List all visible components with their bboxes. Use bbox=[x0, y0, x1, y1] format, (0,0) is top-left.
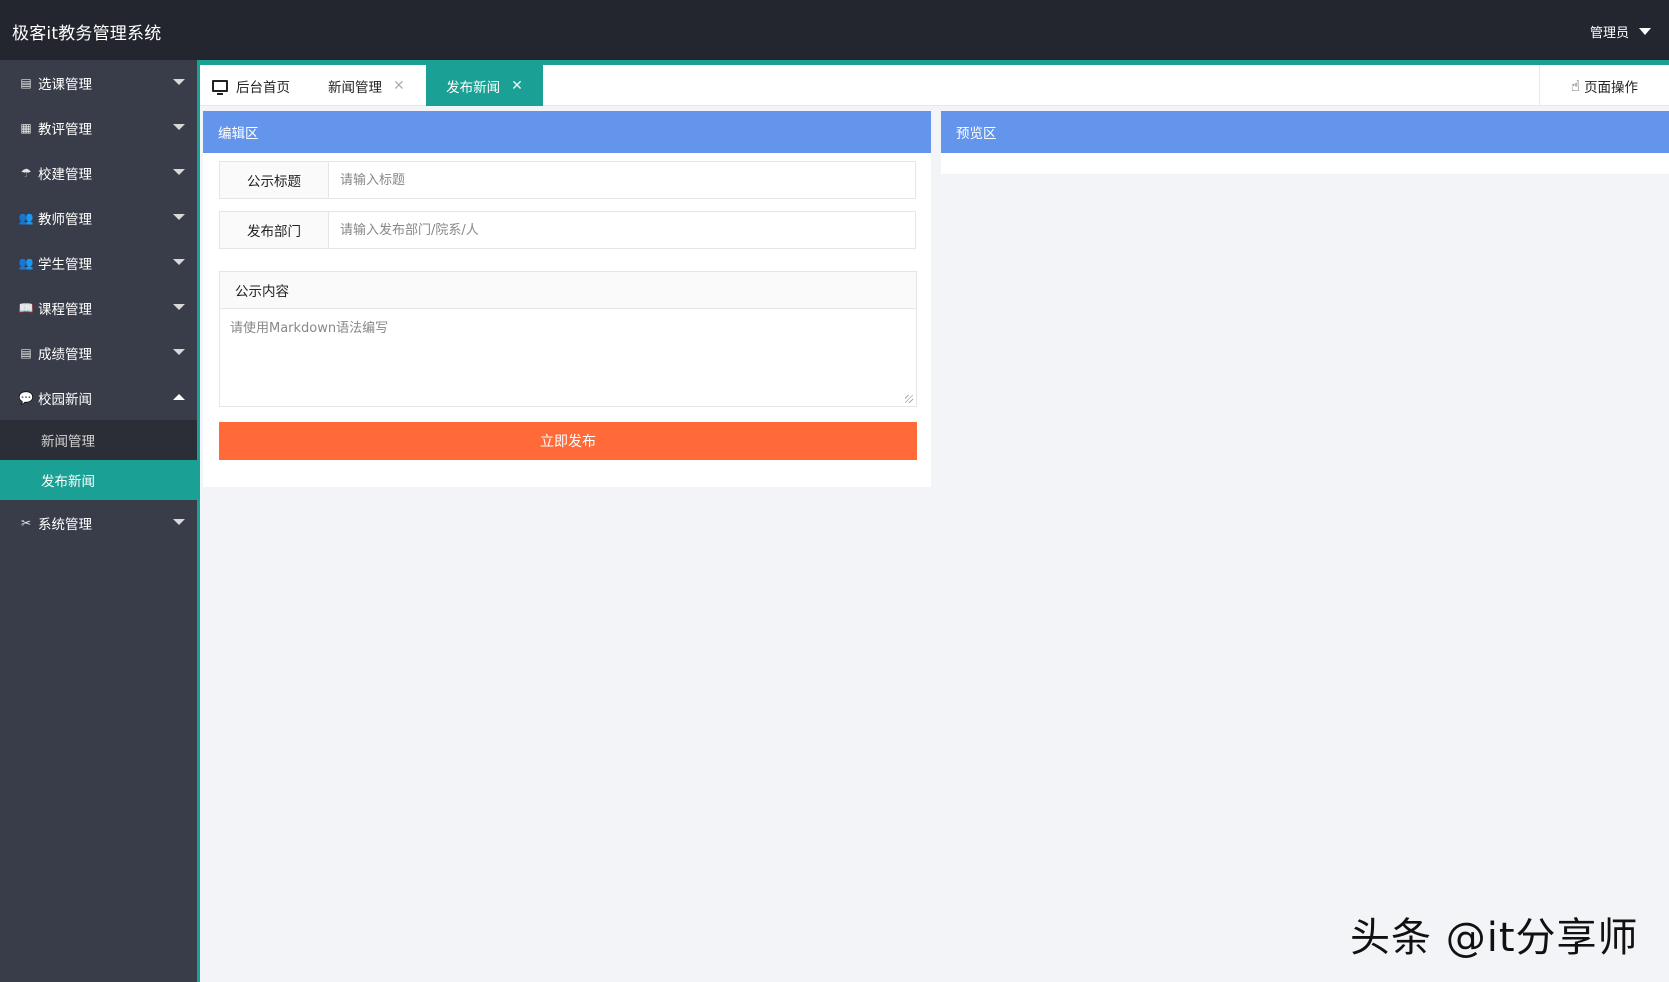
watermark: 头条 @it分享师 bbox=[1350, 915, 1639, 961]
preview-panel: 预览区 bbox=[941, 111, 1669, 174]
monitor-icon bbox=[212, 79, 228, 95]
sidebar-subitem-publish-news[interactable]: 发布新闻 bbox=[0, 460, 197, 500]
sidebar-item-course-selection[interactable]: ▤ 选课管理 bbox=[0, 60, 197, 105]
publish-button[interactable]: 立即发布 bbox=[219, 422, 917, 460]
chevron-down-icon bbox=[173, 349, 185, 355]
sidebar-item-teaching-evaluation[interactable]: ▦ 教评管理 bbox=[0, 105, 197, 150]
accent-divider bbox=[197, 60, 200, 982]
grid-icon: ▦ bbox=[20, 120, 32, 135]
chevron-down-icon bbox=[173, 79, 185, 85]
department-row: 发布部门 bbox=[219, 211, 916, 249]
sidebar-item-label: 选课管理 bbox=[38, 76, 92, 93]
title-input[interactable] bbox=[329, 162, 915, 198]
sidebar-item-teachers[interactable]: 👥 教师管理 bbox=[0, 195, 197, 240]
chevron-down-icon bbox=[173, 214, 185, 220]
user-menu[interactable]: 管理员 bbox=[1590, 22, 1651, 41]
users-icon: 👥 bbox=[18, 210, 34, 225]
tools-icon: ✂ bbox=[20, 515, 32, 530]
chevron-down-icon bbox=[1639, 28, 1651, 35]
sidebar-item-label: 成绩管理 bbox=[38, 346, 92, 363]
sidebar-item-label: 课程管理 bbox=[38, 301, 92, 318]
close-icon[interactable]: ✕ bbox=[511, 78, 523, 94]
top-header: 极客it教务管理系统 管理员 bbox=[0, 0, 1669, 60]
tab-bar: 后台首页 新闻管理 ✕ 发布新闻 ✕ ☝ 页面操作 bbox=[200, 65, 1669, 106]
content-textarea[interactable] bbox=[220, 309, 916, 406]
user-label: 管理员 bbox=[1589, 26, 1629, 41]
tab-home[interactable]: 后台首页 bbox=[212, 65, 290, 106]
sidebar-item-courses[interactable]: 📖 课程管理 bbox=[0, 285, 197, 330]
sidebar-item-system[interactable]: ✂ 系统管理 bbox=[0, 500, 197, 545]
sidebar-submenu-campus-news: 新闻管理 发布新闻 bbox=[0, 420, 197, 500]
hand-pointer-icon: ☝ bbox=[1570, 76, 1581, 95]
chevron-down-icon bbox=[173, 259, 185, 265]
users-icon: 👥 bbox=[18, 255, 34, 270]
edit-panel-title: 编辑区 bbox=[203, 111, 931, 153]
preview-panel-title: 预览区 bbox=[941, 111, 1669, 153]
document-icon: ▤ bbox=[20, 75, 32, 90]
close-icon[interactable]: ✕ bbox=[393, 78, 405, 94]
sidebar-item-campus-news[interactable]: 💬 校园新闻 bbox=[0, 375, 197, 420]
sidebar-item-label: 教师管理 bbox=[38, 211, 92, 228]
title-label: 公示标题 bbox=[220, 162, 329, 198]
content-label: 公示内容 bbox=[220, 272, 916, 309]
tab-label: 新闻管理 bbox=[328, 79, 382, 96]
sidebar-subitem-news-management[interactable]: 新闻管理 bbox=[0, 420, 197, 460]
resize-handle-icon[interactable] bbox=[905, 395, 913, 403]
sidebar-item-label: 校建管理 bbox=[38, 166, 92, 183]
sidebar-item-label: 教评管理 bbox=[38, 121, 92, 138]
sidebar-item-label: 学生管理 bbox=[38, 256, 92, 273]
page-operations-button[interactable]: ☝ 页面操作 bbox=[1539, 65, 1669, 106]
tab-label: 后台首页 bbox=[236, 79, 290, 96]
chevron-down-icon bbox=[173, 124, 185, 130]
chevron-down-icon bbox=[173, 169, 185, 175]
book-icon: 📖 bbox=[18, 300, 34, 315]
umbrella-icon: ☂ bbox=[20, 165, 32, 180]
chevron-down-icon bbox=[173, 304, 185, 310]
page-operations-label: 页面操作 bbox=[1584, 79, 1639, 96]
sidebar-item-label: 系统管理 bbox=[38, 516, 92, 533]
app-title: 极客it教务管理系统 bbox=[12, 24, 162, 44]
sidebar: ▤ 选课管理 ▦ 教评管理 ☂ 校建管理 👥 教师管理 👥 学生管理 📖 课程管… bbox=[0, 60, 197, 982]
department-label: 发布部门 bbox=[220, 212, 329, 248]
sidebar-item-campus-construction[interactable]: ☂ 校建管理 bbox=[0, 150, 197, 195]
sidebar-item-grades[interactable]: ▤ 成绩管理 bbox=[0, 330, 197, 375]
tab-news-management[interactable]: 新闻管理 ✕ bbox=[328, 65, 405, 106]
tab-publish-news[interactable]: 发布新闻 ✕ bbox=[426, 65, 543, 106]
department-input[interactable] bbox=[329, 212, 915, 248]
chat-bubble-icon: 💬 bbox=[18, 390, 34, 405]
edit-panel: 编辑区 公示标题 发布部门 公示内容 立即发布 bbox=[203, 111, 931, 487]
clipboard-icon: ▤ bbox=[20, 345, 32, 360]
sidebar-item-label: 校园新闻 bbox=[38, 391, 92, 408]
sidebar-item-students[interactable]: 👥 学生管理 bbox=[0, 240, 197, 285]
title-row: 公示标题 bbox=[219, 161, 916, 199]
tab-label: 发布新闻 bbox=[446, 79, 501, 96]
chevron-down-icon bbox=[173, 519, 185, 525]
content-box: 公示内容 bbox=[219, 271, 917, 407]
chevron-up-icon bbox=[173, 394, 185, 400]
